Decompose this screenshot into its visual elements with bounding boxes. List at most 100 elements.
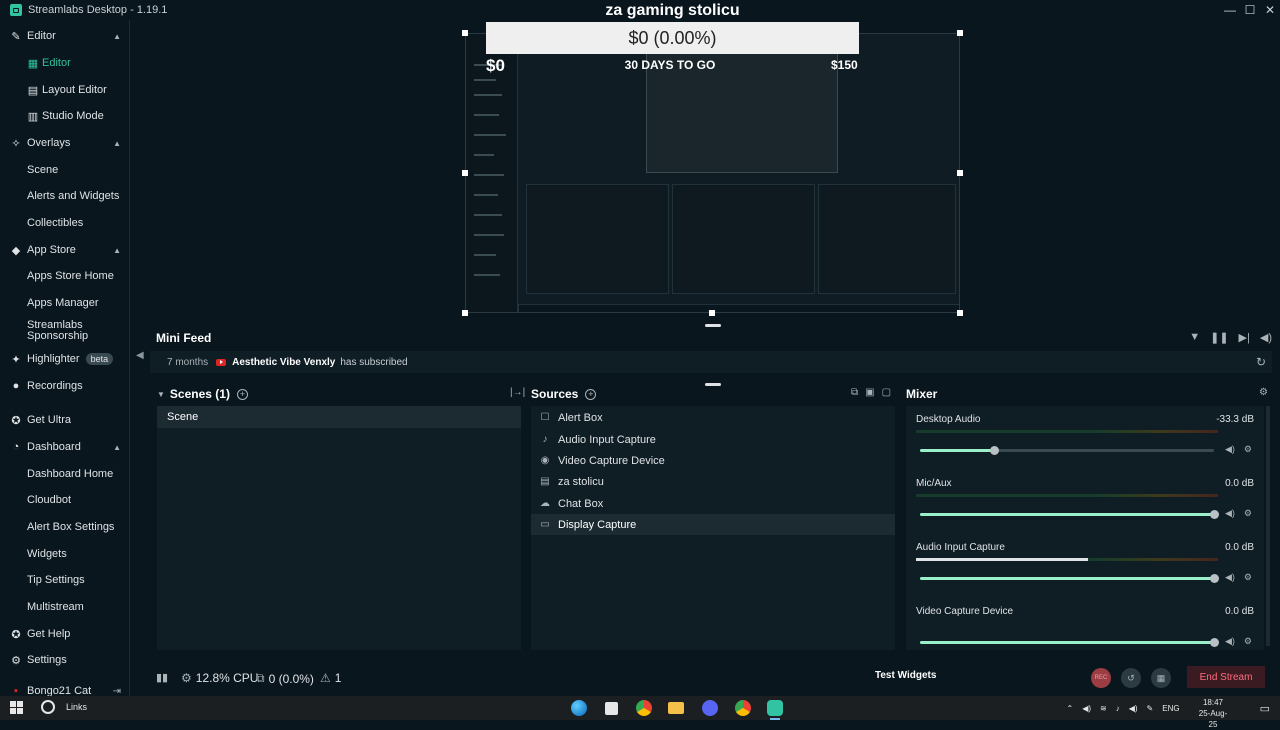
collapse-sidebar-icon[interactable]: ◀ xyxy=(136,350,144,361)
selection-handle[interactable] xyxy=(709,310,715,316)
sidebar-section-editor[interactable]: ✎ Editor ▲ xyxy=(0,25,129,47)
store-app-icon[interactable] xyxy=(601,698,621,718)
selection-handle[interactable] xyxy=(957,310,963,316)
gear-icon[interactable]: ⚙ xyxy=(1244,444,1252,455)
sidebar-item-studio-mode[interactable]: ▥ Studio Mode xyxy=(0,105,129,127)
sidebar-section-overlays[interactable]: ✧ Overlays ▲ xyxy=(0,132,129,154)
chevron-up-icon[interactable]: ▲ xyxy=(113,246,121,255)
links-toolbar[interactable]: Links xyxy=(66,702,87,712)
end-stream-button[interactable]: End Stream xyxy=(1187,666,1265,688)
gear-icon[interactable]: ⚙ xyxy=(1244,572,1252,583)
search-icon[interactable] xyxy=(41,700,55,714)
speaker-icon[interactable]: ◀) xyxy=(1225,572,1235,583)
chevron-up-icon[interactable]: ▲ xyxy=(113,443,121,452)
selection-handle[interactable] xyxy=(462,170,468,176)
add-scene-button[interactable]: + xyxy=(236,388,248,400)
volume-knob[interactable] xyxy=(1210,574,1219,583)
speaker-tray-icon[interactable]: ◀) xyxy=(1082,704,1091,713)
preview-canvas[interactable] xyxy=(465,33,960,313)
logout-icon[interactable]: ⇥ xyxy=(113,686,121,697)
sidebar-section-app-store[interactable]: ◆ App Store ▲ xyxy=(0,239,129,261)
volume-knob[interactable] xyxy=(989,446,999,455)
alerts-status[interactable]: ⚠ 1 xyxy=(320,671,341,685)
notifications-icon[interactable]: ▭ xyxy=(1260,702,1270,715)
resize-handle[interactable] xyxy=(705,383,721,386)
speaker-icon[interactable]: ◀) xyxy=(1225,444,1235,455)
volume-knob[interactable] xyxy=(1210,638,1219,647)
source-item[interactable]: ☁ Chat Box xyxy=(531,493,895,514)
sidebar-section-get-help[interactable]: ✪ Get Help xyxy=(0,623,129,645)
refresh-icon[interactable]: ↻ xyxy=(1256,355,1266,369)
volume-slider[interactable] xyxy=(920,638,1219,647)
sidebar-item-tip-settings[interactable]: Tip Settings xyxy=(0,569,129,591)
schedule-button[interactable]: ▦ xyxy=(1151,668,1171,688)
mixer-scrollbar[interactable] xyxy=(1266,406,1270,646)
streamlabs-taskbar-icon[interactable] xyxy=(765,698,785,720)
gear-icon[interactable]: ⚙ xyxy=(1244,636,1252,647)
sidebar-item-sponsorship[interactable]: Streamlabs Sponsorship xyxy=(0,317,129,345)
selection-handle[interactable] xyxy=(957,170,963,176)
chrome-profile-icon[interactable] xyxy=(733,698,753,718)
transition-icon[interactable]: |→| xyxy=(510,387,525,398)
windows-start-icon[interactable] xyxy=(10,701,23,714)
file-explorer-icon[interactable] xyxy=(666,698,686,718)
pause-icon[interactable]: ❚❚ xyxy=(1210,331,1228,344)
gear-icon[interactable]: ⚙ xyxy=(1244,508,1252,519)
sidebar-section-bongo[interactable]: ▪ Bongo21 Cat ⇥ xyxy=(0,680,129,697)
sidebar-item-dashboard-home[interactable]: Dashboard Home xyxy=(0,463,129,485)
record-button[interactable]: REC xyxy=(1091,668,1111,688)
minimize-button[interactable]: — xyxy=(1220,0,1240,20)
clock[interactable]: 18:47 25-Aug-25 xyxy=(1196,697,1230,730)
source-item-selected[interactable]: ▭ Display Capture xyxy=(531,514,895,535)
scene-item[interactable]: Scene xyxy=(157,406,521,428)
source-item[interactable]: ▤ za stolicu xyxy=(531,471,895,492)
test-widgets-button[interactable]: Test Widgets xyxy=(875,670,936,681)
sidebar-section-settings[interactable]: ⚙ Settings xyxy=(0,649,129,671)
edge-icon[interactable] xyxy=(569,698,589,718)
sidebar-item-widgets[interactable]: Widgets xyxy=(0,543,129,565)
add-source-button[interactable]: + xyxy=(585,388,597,400)
sidebar-item-layout-editor[interactable]: ▤ Layout Editor xyxy=(0,79,129,101)
remove-icon[interactable]: ▢ xyxy=(882,387,891,398)
selection-handle[interactable] xyxy=(462,310,468,316)
microphone-tray-icon[interactable]: ♪ xyxy=(1116,704,1120,713)
volume-slider[interactable] xyxy=(920,446,1214,455)
sidebar-item-cloudbot[interactable]: Cloudbot xyxy=(0,489,129,511)
wifi-icon[interactable]: ≋ xyxy=(1100,704,1107,713)
volume-slider[interactable] xyxy=(920,574,1219,583)
close-button[interactable]: ✕ xyxy=(1260,0,1280,20)
sidebar-item-alerts-and-widgets[interactable]: Alerts and Widgets xyxy=(0,185,129,207)
source-item[interactable]: ♪ Audio Input Capture xyxy=(531,429,895,450)
chevron-up-icon[interactable]: ⌃ xyxy=(1066,704,1073,713)
chevron-down-icon[interactable]: ▼ xyxy=(157,390,165,399)
filter-icon[interactable]: ▼ xyxy=(1189,331,1200,344)
discord-icon[interactable] xyxy=(700,698,720,718)
speaker-icon[interactable]: ◀) xyxy=(1225,508,1235,519)
sidebar-item-scene[interactable]: Scene xyxy=(0,159,129,181)
source-item[interactable]: ◉ Video Capture Device xyxy=(531,450,895,471)
volume-icon[interactable]: ◀) xyxy=(1260,331,1272,344)
volume-slider[interactable] xyxy=(920,510,1219,519)
chevron-up-icon[interactable]: ▲ xyxy=(113,139,121,148)
volume-knob[interactable] xyxy=(1210,510,1219,519)
selection-handle[interactable] xyxy=(462,30,468,36)
chrome-icon[interactable] xyxy=(634,698,654,718)
chevron-up-icon[interactable]: ▲ xyxy=(113,32,121,41)
source-item[interactable]: ☐ Alert Box xyxy=(531,407,895,428)
sidebar-item-alert-box-settings[interactable]: Alert Box Settings xyxy=(0,516,129,538)
replay-buffer-button[interactable]: ↺ xyxy=(1121,668,1141,688)
performance-icon[interactable]: ▮▮ xyxy=(156,671,168,684)
skip-icon[interactable]: ▶| xyxy=(1239,331,1250,344)
folder-icon[interactable]: ▣ xyxy=(865,387,874,398)
sidebar-section-highlighter[interactable]: ✦ Highlighter beta xyxy=(0,348,129,370)
sidebar-item-editor[interactable]: ▦ Editor xyxy=(0,52,129,74)
language-indicator[interactable]: ENG xyxy=(1162,704,1179,713)
sidebar-item-multistream[interactable]: Multistream xyxy=(0,596,129,618)
selection-handle[interactable] xyxy=(957,30,963,36)
maximize-button[interactable]: ☐ xyxy=(1240,0,1260,20)
speaker-icon[interactable]: ◀) xyxy=(1225,636,1235,647)
sidebar-item-collectibles[interactable]: Collectibles xyxy=(0,212,129,234)
sidebar-section-recordings[interactable]: ● Recordings xyxy=(0,375,129,397)
group-icon[interactable]: ⧉ xyxy=(851,387,858,398)
sidebar-section-get-ultra[interactable]: ✪ Get Ultra xyxy=(0,409,129,431)
